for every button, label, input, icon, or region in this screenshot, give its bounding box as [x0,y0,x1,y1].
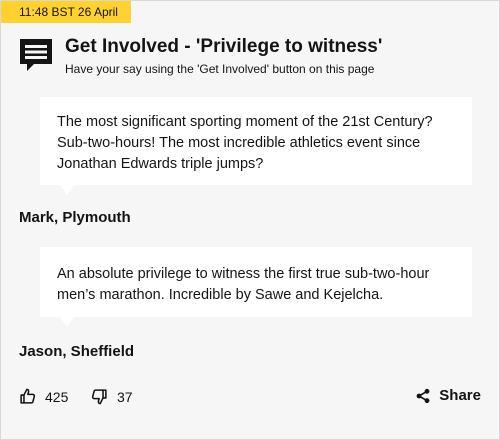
share-label: Share [439,387,481,404]
comment-author: Mark, Plymouth [19,209,131,226]
dislike-button[interactable]: 37 [91,388,133,405]
thumbs-up-icon [19,388,36,405]
live-post-card: 11:48 BST 26 April Get Involved - 'Privi… [0,0,500,440]
share-button[interactable]: Share [415,387,481,404]
comment-author: Jason, Sheffield [19,343,135,360]
thumbs-down-icon [91,388,108,405]
dislike-count: 37 [117,388,133,405]
share-icon [415,388,439,404]
like-count: 425 [45,388,69,405]
post-timestamp: 11:48 BST 26 April [1,1,131,23]
post-subtitle: Have your say using the 'Get Involved' b… [65,62,375,76]
comment-icon [19,38,53,72]
comment-quote: An absolute privilege to witness the fir… [40,247,472,327]
reactions-bar: 425 37 Share [1,384,499,414]
like-button[interactable]: 425 [19,388,68,405]
comment-quote: The most significant sporting moment of … [40,97,472,195]
post-title: Get Involved - 'Privilege to witness' [65,36,383,57]
